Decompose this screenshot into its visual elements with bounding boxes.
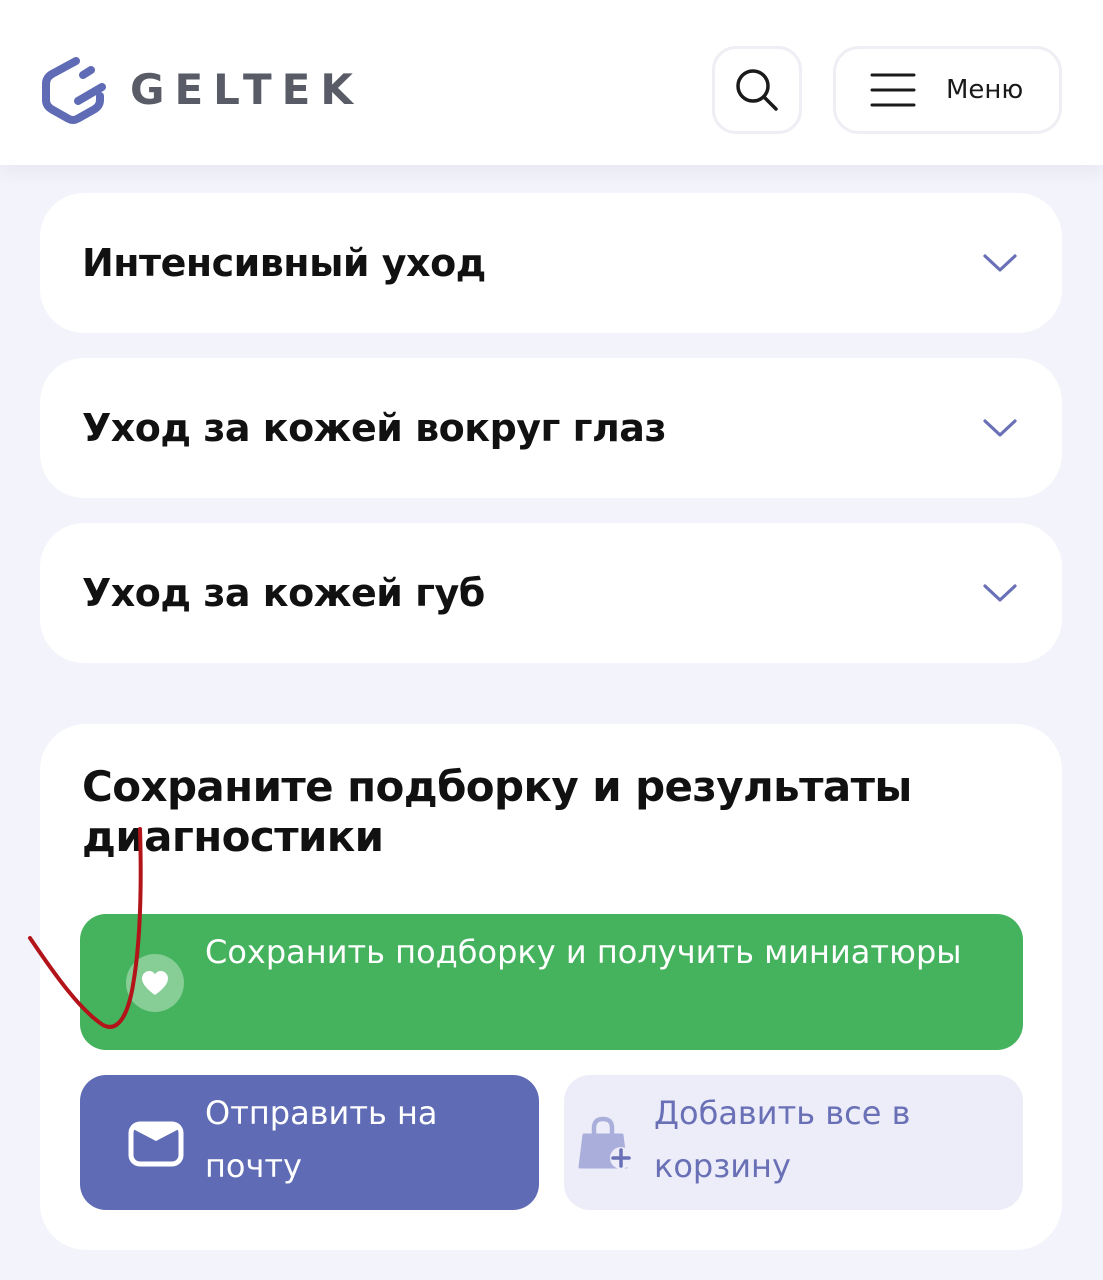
send-email-label: Отправить на почту <box>205 1094 438 1185</box>
accordion-title: Уход за кожей губ <box>82 571 485 615</box>
accordion-title: Интенсивный уход <box>82 241 486 285</box>
site-header: GELTEK Меню <box>0 0 1103 165</box>
menu-label: Меню <box>946 75 1024 105</box>
add-all-to-cart-label: Добавить все в корзину <box>654 1094 911 1185</box>
save-selection-card: Сохраните подборку и результаты диагност… <box>40 724 1062 1250</box>
save-selection-label: Сохранить подборку и получить миниатюры <box>205 933 962 971</box>
geltek-logo-icon <box>42 57 106 124</box>
heart-icon <box>126 954 184 1012</box>
chevron-down-icon <box>983 584 1017 602</box>
logo-wordmark: GELTEK <box>130 64 363 114</box>
search-button[interactable] <box>712 46 802 134</box>
logo[interactable]: GELTEK <box>40 53 363 125</box>
accordion-title: Уход за кожей вокруг глаз <box>82 406 667 450</box>
bag-plus-icon <box>578 1116 632 1169</box>
chevron-down-icon <box>983 254 1017 272</box>
add-all-to-cart-button[interactable]: Добавить все в корзину <box>564 1075 1023 1210</box>
save-selection-button[interactable]: Сохранить подборку и получить миниатюры <box>80 914 1023 1050</box>
save-section-title: Сохраните подборку и результаты диагност… <box>82 762 912 861</box>
accordion-intensive-care[interactable]: Интенсивный уход <box>40 193 1062 333</box>
send-email-button[interactable]: Отправить на почту <box>80 1075 539 1210</box>
menu-button[interactable]: Меню <box>833 46 1062 134</box>
hamburger-icon <box>870 73 916 107</box>
accordion-lip-care[interactable]: Уход за кожей губ <box>40 523 1062 663</box>
accordion-eye-care[interactable]: Уход за кожей вокруг глаз <box>40 358 1062 498</box>
page: GELTEK Меню Интенсивный уход Уход за кож… <box>0 0 1103 1280</box>
search-icon <box>736 69 778 111</box>
envelope-icon <box>128 1121 184 1167</box>
chevron-down-icon <box>983 419 1017 437</box>
